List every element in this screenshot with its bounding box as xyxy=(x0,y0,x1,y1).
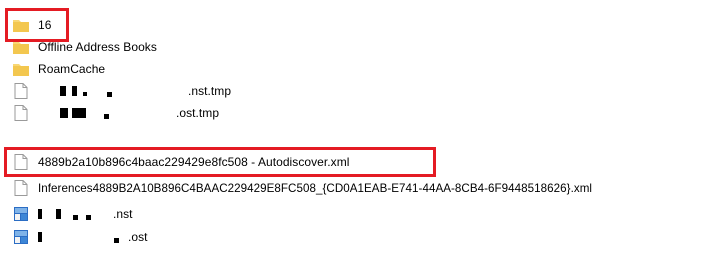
file-row-ost-tmp[interactable]: .ost.tmp xyxy=(12,102,219,124)
file-list: 16 Offline Address Books RoamCache .nst.… xyxy=(0,0,727,256)
outlook-data-file-icon xyxy=(12,205,30,223)
folder-icon xyxy=(12,60,30,78)
file-icon xyxy=(12,82,30,100)
highlight-box-autodiscover xyxy=(4,147,436,177)
file-name: .nst xyxy=(113,207,133,221)
redacted-filename xyxy=(38,230,188,244)
file-name: RoamCache xyxy=(38,62,106,76)
file-name: .nst.tmp xyxy=(188,84,232,98)
file-row-ost[interactable]: .ost xyxy=(12,226,148,248)
file-row-nst[interactable]: .nst xyxy=(12,203,133,225)
file-name: Inferences4889B2A10B896C4BAAC229429E8FC5… xyxy=(38,181,593,195)
outlook-data-file-icon xyxy=(12,228,30,246)
file-icon xyxy=(12,104,30,122)
file-row-roamcache[interactable]: RoamCache xyxy=(12,58,105,80)
file-row-inferences-xml[interactable]: Inferences4889B2A10B896C4BAAC229429E8FC5… xyxy=(12,177,592,199)
file-icon xyxy=(12,179,30,197)
file-name: .ost.tmp xyxy=(176,106,220,120)
file-name: .ost xyxy=(128,230,148,244)
file-row-nst-tmp[interactable]: .nst.tmp xyxy=(12,80,231,102)
file-name: Offline Address Books xyxy=(38,40,157,54)
highlight-box-16 xyxy=(5,8,69,42)
redacted-filename xyxy=(38,207,168,221)
